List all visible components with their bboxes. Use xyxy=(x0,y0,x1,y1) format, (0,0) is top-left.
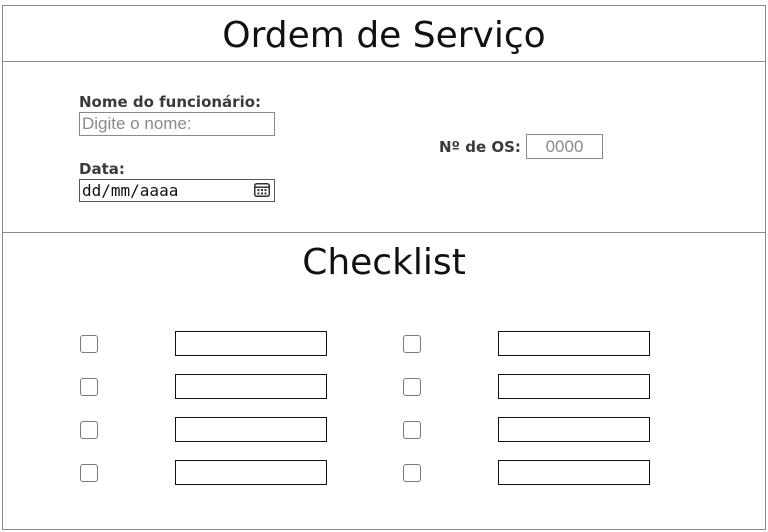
date-placeholder: dd/mm/aaaa xyxy=(82,181,179,200)
checklist-title: Checklist xyxy=(302,242,466,283)
header-divider xyxy=(3,61,765,62)
checklist-item-input-1[interactable] xyxy=(175,331,327,356)
page-title: Ordem de Serviço xyxy=(222,15,546,56)
checklist-checkbox-4[interactable] xyxy=(80,464,98,482)
os-number-label: Nº de OS: xyxy=(439,138,521,156)
checklist-checkbox-5[interactable] xyxy=(403,335,421,353)
checklist-checkbox-2[interactable] xyxy=(80,378,98,396)
date-input[interactable]: dd/mm/aaaa xyxy=(79,179,275,202)
checklist-checkbox-1[interactable] xyxy=(80,335,98,353)
employee-name-label: Nome do funcionário: xyxy=(79,93,262,111)
date-label: Data: xyxy=(79,160,125,178)
checklist-item-input-5[interactable] xyxy=(498,331,650,356)
checklist-item-input-2[interactable] xyxy=(175,374,327,399)
checklist-item-input-4[interactable] xyxy=(175,460,327,485)
employee-name-input[interactable] xyxy=(79,112,275,136)
checklist-item-input-8[interactable] xyxy=(498,460,650,485)
checklist-item-input-7[interactable] xyxy=(498,417,650,442)
calendar-icon[interactable] xyxy=(254,183,270,197)
section-divider xyxy=(3,232,765,233)
checklist-checkbox-6[interactable] xyxy=(403,378,421,396)
checklist-checkbox-3[interactable] xyxy=(80,421,98,439)
checklist-checkbox-8[interactable] xyxy=(403,464,421,482)
service-order-form: Ordem de Serviço Nome do funcionário: Da… xyxy=(2,5,766,530)
checklist-item-input-6[interactable] xyxy=(498,374,650,399)
checklist-item-input-3[interactable] xyxy=(175,417,327,442)
checklist-checkbox-7[interactable] xyxy=(403,421,421,439)
os-number-input[interactable] xyxy=(526,134,603,159)
